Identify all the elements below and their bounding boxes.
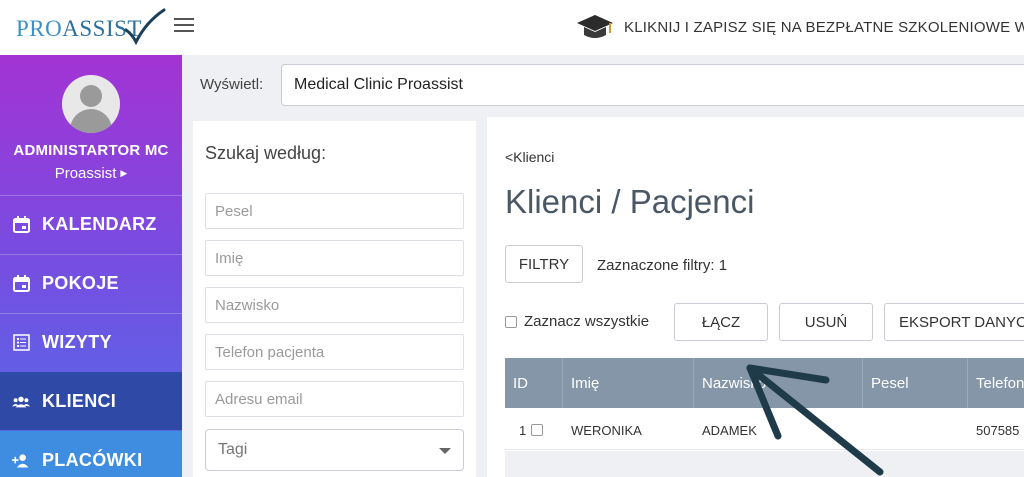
phone-input[interactable] xyxy=(205,334,464,370)
user-org-label: Proassist xyxy=(54,165,117,182)
pesel-input[interactable] xyxy=(205,193,464,229)
sidebar-item-pokoje[interactable]: POKOJE xyxy=(0,254,182,312)
user-org-dropdown[interactable]: Proassist ▶ xyxy=(0,165,182,182)
sidebar-item-label: KALENDARZ xyxy=(42,214,157,234)
first-name-cell: WERONIKA xyxy=(571,422,642,438)
last-name-input[interactable] xyxy=(205,287,464,323)
display-bar: Wyświetl: Medical Clinic Proassist xyxy=(182,55,1024,115)
main-panel: <Klienci Klienci / Pacjenci FILTRY Zazna… xyxy=(487,117,1024,477)
sidebar-item-kalendarz[interactable]: KALENDARZ xyxy=(0,195,182,253)
display-label: Wyświetl: xyxy=(200,76,264,93)
checkbox[interactable] xyxy=(505,315,517,328)
logo-text-pro: PRO xyxy=(16,16,63,41)
page-title: Klienci / Pacjenci xyxy=(505,183,755,220)
tags-placeholder: Tagi xyxy=(218,441,248,458)
column-header-phone[interactable]: Telefon xyxy=(968,358,1024,408)
sidebar: ADMINISTARTOR MC Proassist ▶ KALENDARZ PO… xyxy=(0,55,182,477)
row-id-cell: 1 xyxy=(511,410,563,450)
training-promo-link[interactable]: KLIKNIJ I ZAPISZ SIĘ NA BEZPŁATNE SZKOLE… xyxy=(576,12,1024,42)
column-header-first-name[interactable]: Imię xyxy=(563,358,694,408)
pesel-cell xyxy=(863,410,968,450)
export-data-button[interactable]: EKSPORT DANYC xyxy=(884,303,1024,341)
filters-button[interactable]: FILTRY xyxy=(505,245,583,283)
sidebar-item-label: PLACÓWKI xyxy=(42,450,143,470)
menu-toggle-icon[interactable] xyxy=(174,18,194,34)
promo-text: KLIKNIJ I ZAPISZ SIĘ NA BEZPŁATNE SZKOLE… xyxy=(624,18,1024,36)
clinic-select[interactable]: Medical Clinic Proassist xyxy=(281,64,1024,106)
user-name: ADMINISTARTOR MC xyxy=(13,142,169,159)
avatar[interactable] xyxy=(62,75,120,133)
breadcrumb-back-link[interactable]: <Klienci xyxy=(505,149,554,165)
sidebar-item-klienci[interactable]: KLIENCI xyxy=(0,372,182,430)
filter-count-text: Zaznaczone filtry: 1 xyxy=(597,257,728,274)
phone-cell: 507585 xyxy=(976,422,1020,438)
select-all-label: Zaznacz wszystkie xyxy=(524,313,650,330)
users-icon xyxy=(12,393,30,411)
column-header-last-name[interactable]: Nazwisko xyxy=(694,358,863,408)
row-id: 1 xyxy=(519,422,527,438)
column-header-pesel[interactable]: Pesel xyxy=(863,358,968,408)
proassist-logo[interactable]: PROASSIST xyxy=(16,8,166,46)
calendar-icon xyxy=(12,216,30,234)
calendar-icon xyxy=(12,275,30,293)
sidebar-item-label: KLIENCI xyxy=(42,391,117,411)
sidebar-item-label: WIZYTY xyxy=(42,332,112,352)
column-header-id[interactable]: ID xyxy=(505,358,563,408)
table-row[interactable]: 1 WERONIKA ADAMEK 507585 xyxy=(505,410,1024,450)
email-input[interactable] xyxy=(205,381,464,417)
graduation-cap-icon xyxy=(577,15,613,38)
delete-button[interactable]: USUŃ xyxy=(779,303,873,341)
tags-select[interactable]: Tagi xyxy=(205,429,464,471)
row-checkbox[interactable] xyxy=(531,424,544,436)
top-header: PROASSIST KLIKNIJ I ZAPISZ SIĘ NA BEZPŁA… xyxy=(0,0,1024,55)
list-icon xyxy=(12,334,30,352)
caret-right-icon: ▶ xyxy=(120,168,128,178)
sidebar-item-wizyty[interactable]: WIZYTY xyxy=(0,313,182,371)
search-panel: Szukaj według: Tagi xyxy=(193,121,476,477)
table-row xyxy=(505,451,1024,477)
merge-button[interactable]: ŁĄCZ xyxy=(674,303,768,341)
add-user-icon xyxy=(12,452,30,470)
chevron-down-icon xyxy=(439,448,451,454)
first-name-input[interactable] xyxy=(205,240,464,276)
select-all-checkbox[interactable]: Zaznacz wszystkie xyxy=(505,313,649,330)
checkmark-icon xyxy=(124,8,166,46)
sidebar-item-label: POKOJE xyxy=(42,273,119,293)
table-header: ID Imię Nazwisko Pesel Telefon xyxy=(505,358,1024,408)
sidebar-item-placowki[interactable]: PLACÓWKI xyxy=(0,431,182,477)
last-name-cell: ADAMEK xyxy=(702,422,757,438)
search-title: Szukaj według: xyxy=(205,143,327,163)
